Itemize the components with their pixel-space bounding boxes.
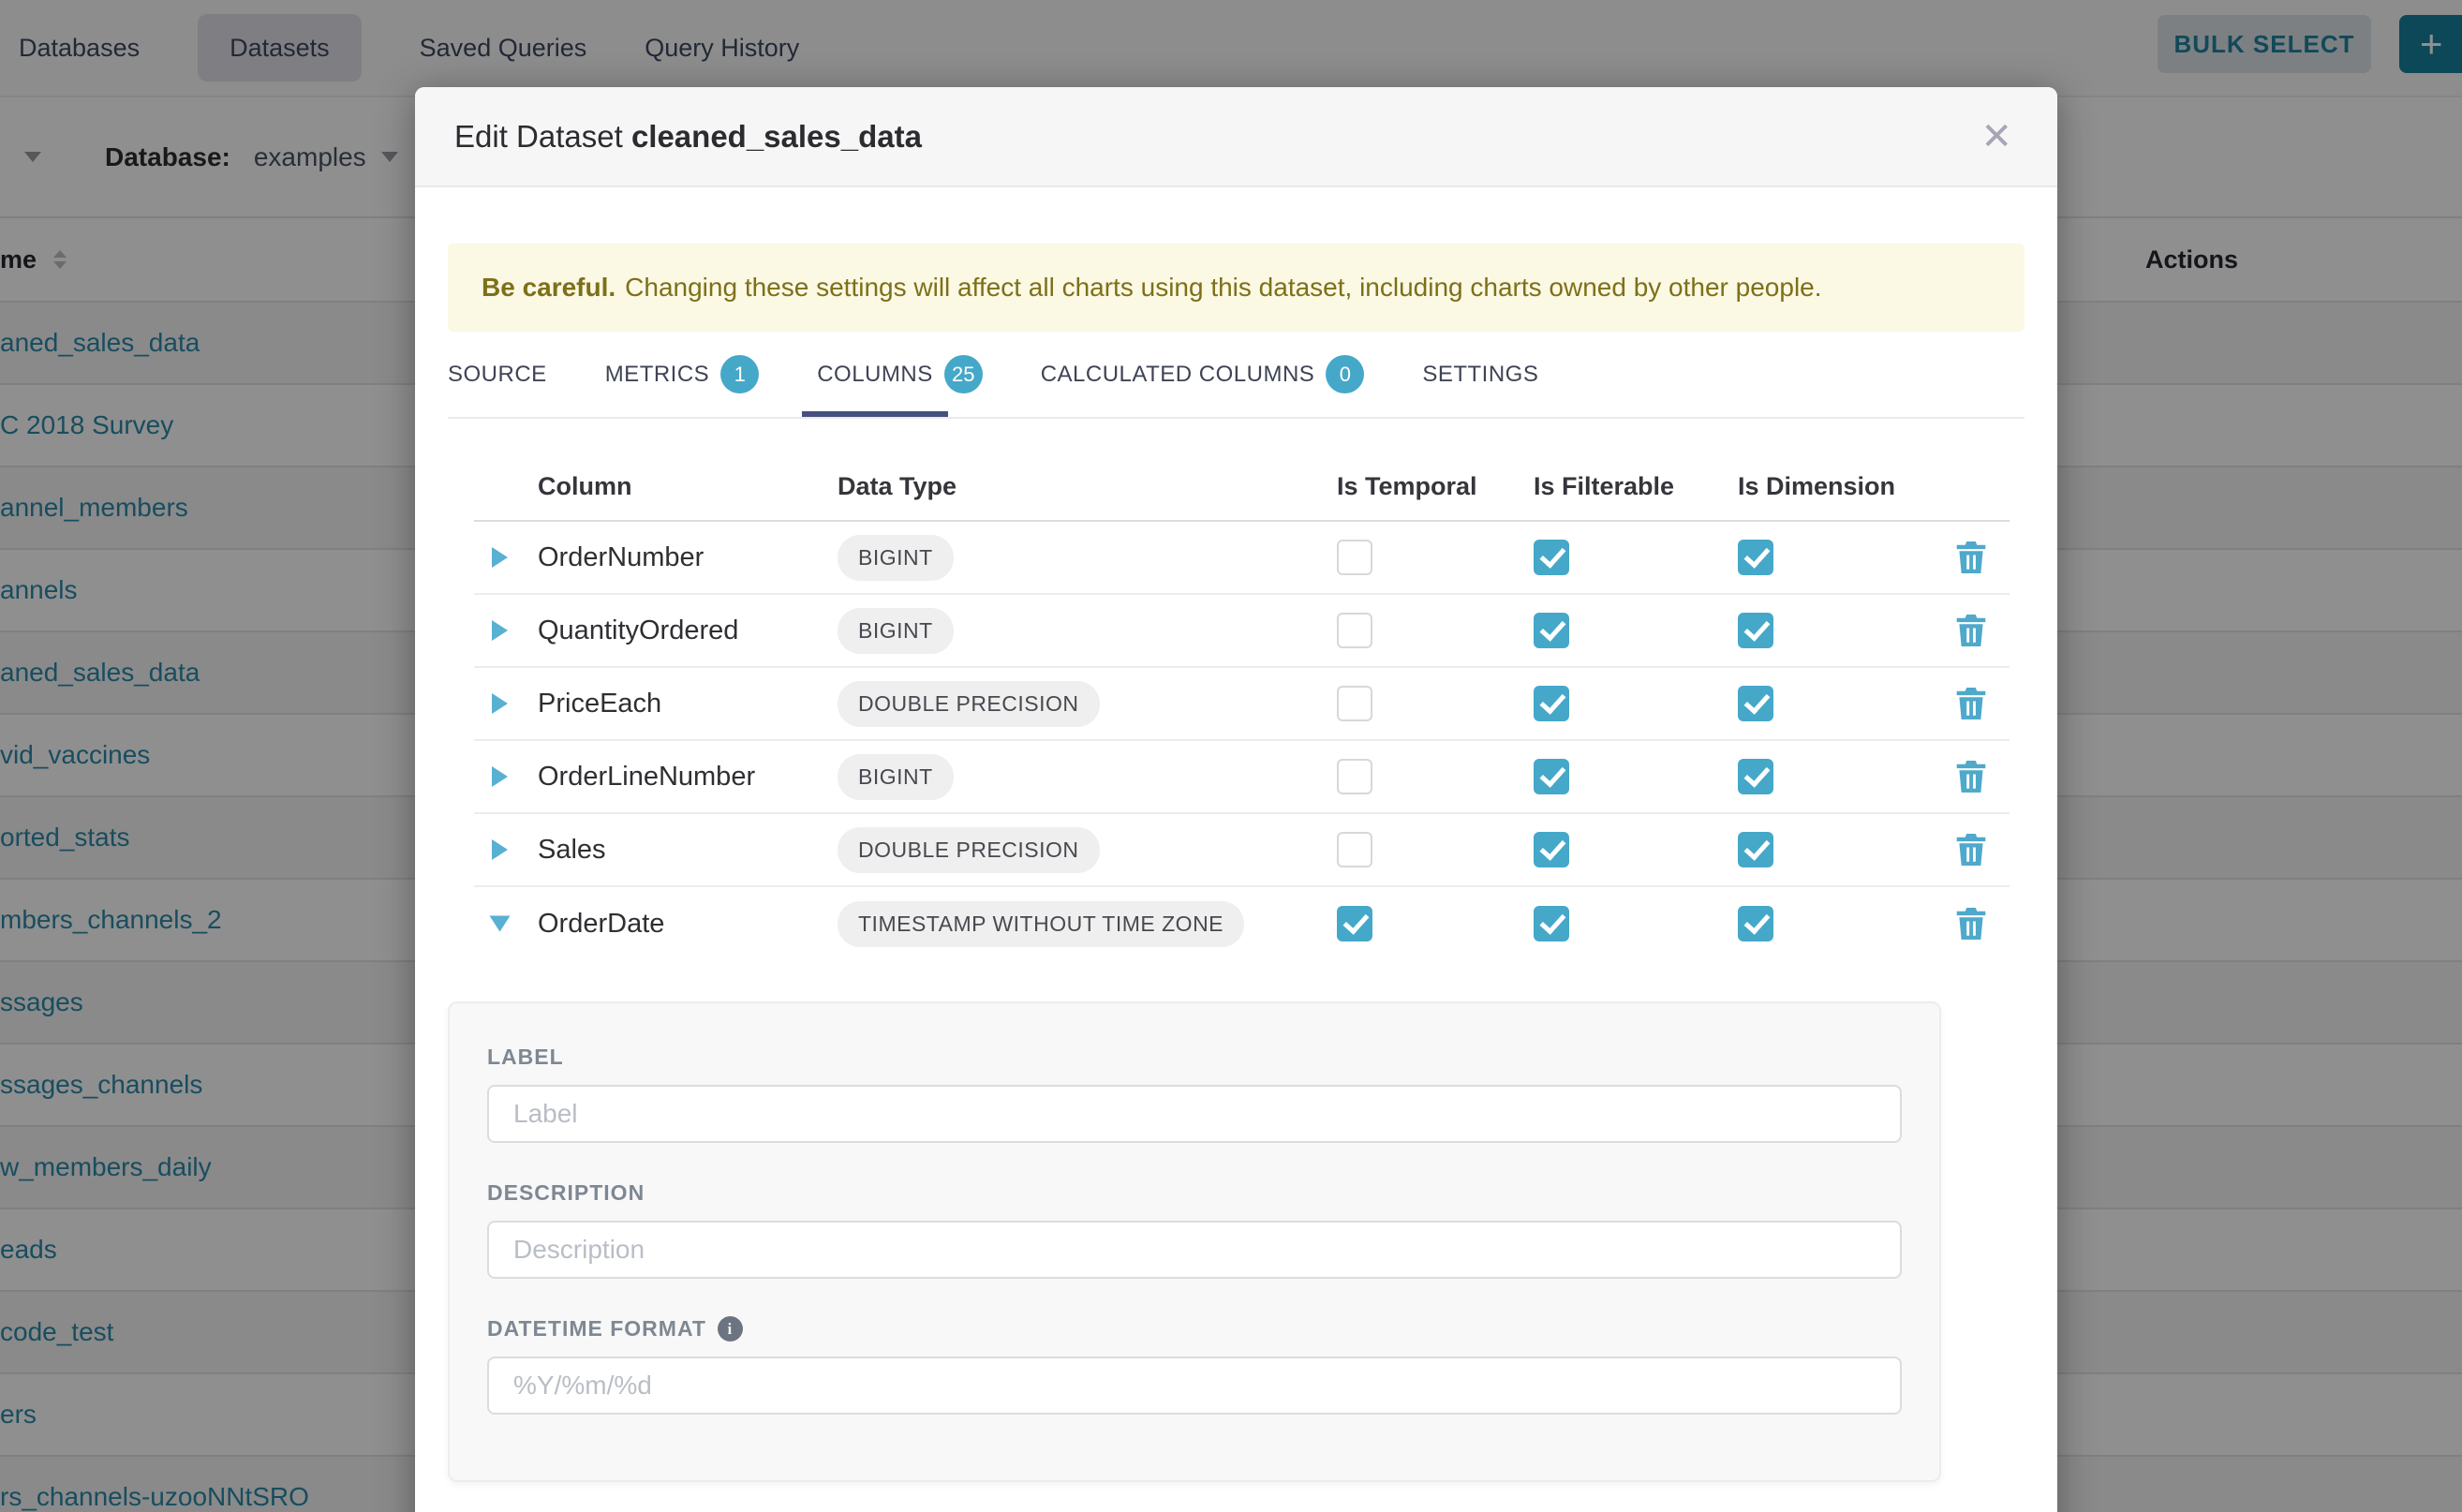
trash-icon (1955, 613, 1987, 648)
is-temporal-checkbox[interactable] (1337, 906, 1372, 941)
is-temporal-checkbox[interactable] (1337, 759, 1372, 794)
label-field: LABEL (487, 1045, 1902, 1143)
data-type-pill: BIGINT (838, 608, 954, 654)
column-name: OrderNumber (525, 542, 834, 573)
column-row: Sales DOUBLE PRECISION (474, 814, 2010, 887)
column-row: OrderDate TIMESTAMP WITHOUT TIME ZONE (474, 887, 2010, 960)
data-type-pill: DOUBLE PRECISION (838, 681, 1100, 727)
columns-table: Column Data Type Is Temporal Is Filterab… (474, 419, 2010, 960)
column-row: QuantityOrdered BIGINT (474, 595, 2010, 668)
column-name: OrderDate (525, 909, 834, 940)
warning-text: Changing these settings will affect all … (625, 273, 1821, 303)
is-dimension-checkbox[interactable] (1738, 540, 1773, 575)
tab-metrics[interactable]: METRICS 1 (605, 355, 760, 393)
data-type-pill: BIGINT (838, 535, 954, 581)
delete-column-button[interactable] (1955, 686, 1987, 721)
collapse-caret-icon[interactable] (489, 916, 510, 932)
column-name: PriceEach (525, 689, 834, 719)
is-temporal-checkbox[interactable] (1337, 832, 1372, 867)
is-temporal-checkbox[interactable] (1337, 613, 1372, 648)
modal-title-prefix: Edit Dataset (454, 119, 623, 154)
warning-banner: Be careful. Changing these settings will… (448, 244, 2024, 332)
column-editor-panel: LABEL DESCRIPTION DATETIME FORMAT (448, 1001, 1941, 1482)
trash-icon (1955, 832, 1987, 867)
is-filterable-checkbox[interactable] (1534, 686, 1569, 721)
datetime-format-input[interactable] (487, 1356, 1902, 1415)
is-dimension-checkbox[interactable] (1738, 686, 1773, 721)
modal-header: Edit Dataset cleaned_sales_data ✕ (415, 87, 2057, 187)
delete-column-button[interactable] (1955, 759, 1987, 794)
expand-caret-icon[interactable] (492, 766, 508, 787)
expand-caret-icon[interactable] (492, 693, 508, 714)
trash-icon (1955, 906, 1987, 941)
datetime-format-field: DATETIME FORMAT (487, 1316, 1902, 1415)
data-type-pill: DOUBLE PRECISION (838, 827, 1100, 873)
column-row: OrderNumber BIGINT (474, 522, 2010, 595)
trash-icon (1955, 759, 1987, 794)
count-badge: 25 (944, 355, 983, 393)
delete-column-button[interactable] (1955, 832, 1987, 867)
is-filterable-checkbox[interactable] (1534, 906, 1569, 941)
columns-table-header: Column Data Type Is Temporal Is Filterab… (474, 419, 2010, 522)
is-dimension-checkbox[interactable] (1738, 832, 1773, 867)
is-dimension-checkbox[interactable] (1738, 613, 1773, 648)
is-temporal-checkbox[interactable] (1337, 686, 1372, 721)
close-icon[interactable]: ✕ (1975, 112, 2018, 161)
is-dimension-header: Is Dimension (1738, 472, 1930, 520)
tab-label: CALCULATED COLUMNS (1041, 362, 1315, 388)
data-type-header: Data Type (834, 472, 1337, 520)
spacer (474, 501, 525, 520)
modal-title: Edit Dataset cleaned_sales_data (454, 119, 922, 155)
description-field-label: DESCRIPTION (487, 1180, 1902, 1206)
is-dimension-checkbox[interactable] (1738, 906, 1773, 941)
tab-label: COLUMNS (817, 362, 933, 388)
info-icon[interactable] (718, 1316, 743, 1342)
trash-icon (1955, 540, 1987, 575)
expand-caret-icon[interactable] (492, 547, 508, 568)
tab-label: SOURCE (448, 362, 547, 388)
edit-dataset-modal: Edit Dataset cleaned_sales_data ✕ Be car… (415, 87, 2057, 1512)
spacer (1930, 501, 2012, 520)
column-name: Sales (525, 835, 834, 866)
delete-column-button[interactable] (1955, 540, 1987, 575)
column-row: PriceEach DOUBLE PRECISION (474, 668, 2010, 741)
column-row: OrderLineNumber BIGINT (474, 741, 2010, 814)
modal-dataset-name: cleaned_sales_data (631, 119, 922, 154)
tab-calculated-columns[interactable]: CALCULATED COLUMNS 0 (1041, 355, 1365, 393)
is-filterable-checkbox[interactable] (1534, 832, 1569, 867)
is-temporal-checkbox[interactable] (1337, 540, 1372, 575)
delete-column-button[interactable] (1955, 906, 1987, 941)
trash-icon (1955, 686, 1987, 721)
is-filterable-header: Is Filterable (1534, 472, 1738, 520)
label-field-label: LABEL (487, 1045, 1902, 1070)
count-badge: 0 (1326, 355, 1364, 393)
column-name: OrderLineNumber (525, 762, 834, 793)
is-temporal-header: Is Temporal (1337, 472, 1534, 520)
tab-settings[interactable]: SETTINGS (1422, 362, 1538, 388)
tab-label: SETTINGS (1422, 362, 1538, 388)
datetime-format-field-label: DATETIME FORMAT (487, 1316, 1902, 1342)
column-name: QuantityOrdered (525, 615, 834, 646)
expand-caret-icon[interactable] (492, 620, 508, 641)
is-filterable-checkbox[interactable] (1534, 540, 1569, 575)
data-type-pill: TIMESTAMP WITHOUT TIME ZONE (838, 901, 1244, 947)
description-field: DESCRIPTION (487, 1180, 1902, 1279)
description-input[interactable] (487, 1221, 1902, 1279)
label-input[interactable] (487, 1085, 1902, 1143)
tab-columns[interactable]: COLUMNS 25 (817, 355, 983, 393)
expand-caret-icon[interactable] (492, 839, 508, 860)
count-badge: 1 (720, 355, 759, 393)
tab-label: METRICS (605, 362, 710, 388)
tab-source[interactable]: SOURCE (448, 362, 547, 388)
delete-column-button[interactable] (1955, 613, 1987, 648)
is-filterable-checkbox[interactable] (1534, 613, 1569, 648)
modal-tabs: SOURCE METRICS 1 COLUMNS 25 CALCULATED C… (448, 332, 2024, 419)
is-filterable-checkbox[interactable] (1534, 759, 1569, 794)
data-type-pill: BIGINT (838, 754, 954, 800)
column-header: Column (525, 472, 834, 520)
modal-body: Be careful. Changing these settings will… (415, 244, 2057, 1482)
is-dimension-checkbox[interactable] (1738, 759, 1773, 794)
warning-bold-text: Be careful. (482, 273, 616, 303)
